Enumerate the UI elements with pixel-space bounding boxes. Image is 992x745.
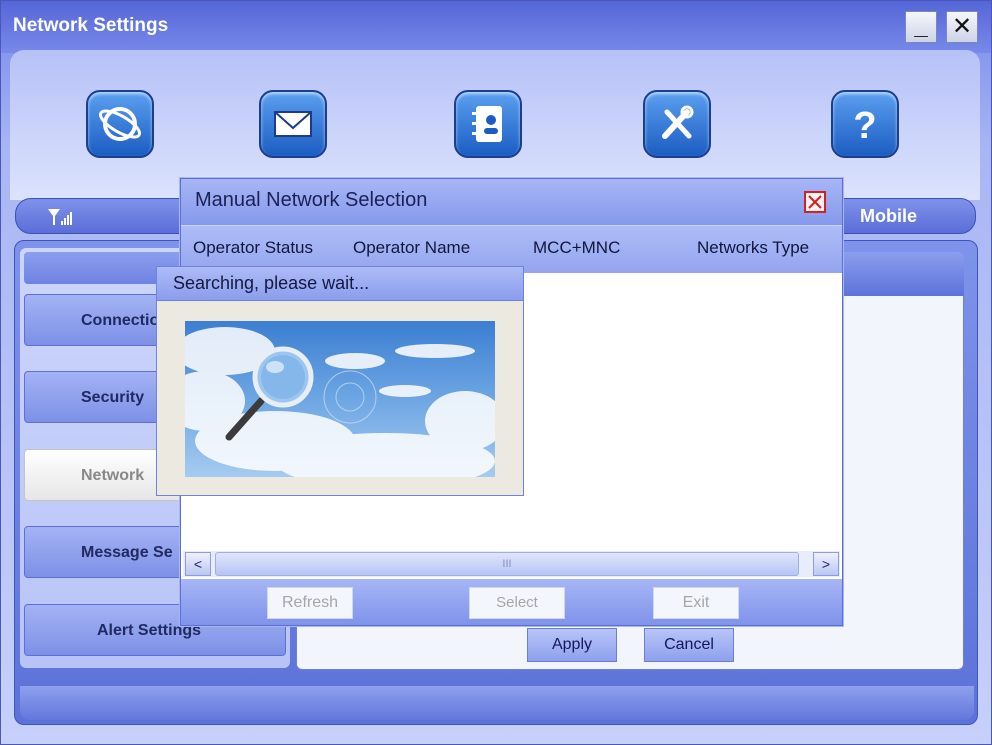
close-icon (808, 195, 822, 209)
dialog-title-bar: Manual Network Selection (181, 179, 842, 225)
scroll-thumb[interactable]: III (215, 552, 799, 576)
column-operator-name[interactable]: Operator Name (353, 238, 470, 258)
svg-text:?: ? (853, 105, 876, 147)
settings-icon[interactable] (643, 90, 711, 158)
column-networks-type[interactable]: Networks Type (697, 238, 809, 258)
searching-message: Searching, please wait... (173, 273, 370, 293)
column-operator-status[interactable]: Operator Status (193, 238, 313, 258)
contacts-icon[interactable] (454, 90, 522, 158)
scroll-left-button[interactable]: < (185, 552, 211, 576)
dialog-close-button[interactable] (804, 191, 826, 213)
searching-animation (185, 321, 495, 477)
window-title: Network Settings (13, 15, 169, 36)
searching-popup: Searching, please wait... (156, 266, 524, 496)
message-icon[interactable] (259, 90, 327, 158)
apply-button[interactable]: Apply (527, 628, 617, 662)
scroll-right-button[interactable]: > (813, 552, 839, 576)
searching-header: Searching, please wait... (157, 267, 523, 301)
minimize-button[interactable]: _ (905, 11, 937, 43)
signal-icon (48, 209, 72, 225)
column-mcc-mnc[interactable]: MCC+MNC (533, 238, 620, 258)
help-icon[interactable]: ? (831, 90, 899, 158)
internet-icon[interactable] (86, 90, 154, 158)
cancel-button[interactable]: Cancel (644, 628, 734, 662)
dialog-title: Manual Network Selection (195, 189, 428, 211)
horizontal-scrollbar[interactable]: < III > (183, 551, 840, 577)
exit-button[interactable]: Exit (653, 587, 739, 619)
select-button[interactable]: Select (469, 587, 565, 619)
refresh-button[interactable]: Refresh (267, 587, 353, 619)
close-button[interactable]: ✕ (946, 11, 978, 43)
title-bar: Network Settings _ ✕ (1, 1, 991, 53)
footer-bar (20, 686, 974, 720)
carrier-name: Mobile (860, 206, 917, 226)
dialog-button-bar: Refresh Select Exit (181, 579, 842, 625)
